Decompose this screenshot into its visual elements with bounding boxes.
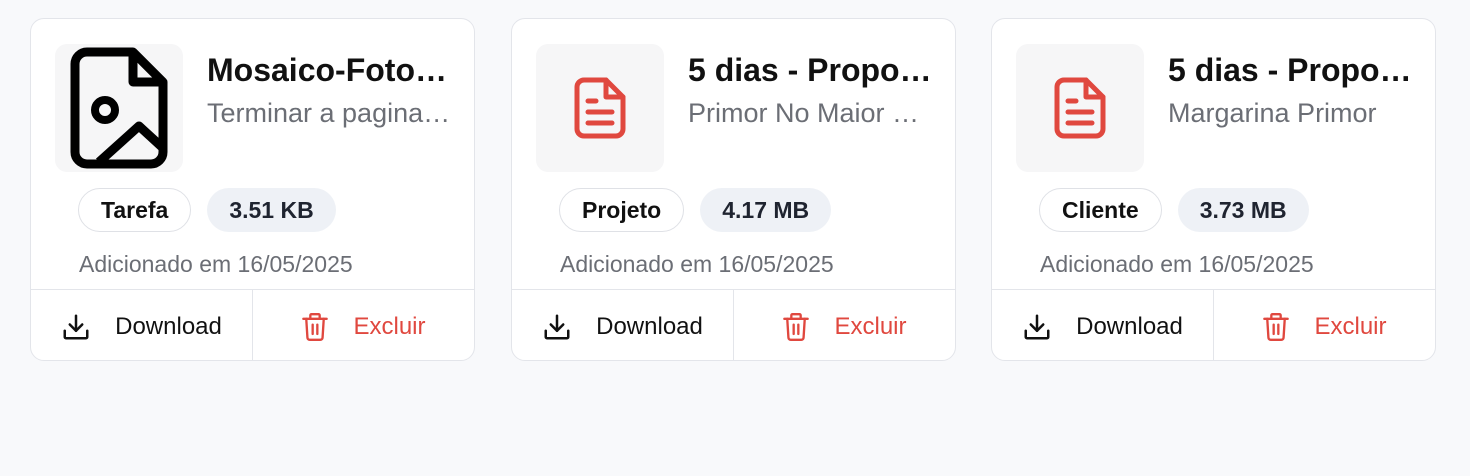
- delete-button[interactable]: Excluir: [734, 290, 955, 360]
- file-name: 5 dias - Proposta: [688, 52, 936, 88]
- download-label: Download: [115, 312, 222, 340]
- download-icon: [544, 314, 570, 339]
- file-description: Margarina Primor: [1168, 98, 1377, 128]
- type-tag: Cliente: [1039, 188, 1162, 232]
- delete-button[interactable]: Excluir: [1214, 290, 1435, 360]
- file-tags: Projeto 4.17 MB: [559, 188, 832, 232]
- added-date: Adicionado em 16/05/2025: [560, 251, 834, 277]
- file-card-body: 5 dias - Proposta Margarina Primor Clien…: [992, 19, 1435, 289]
- file-name: Mosaico-Fotos-Instagram: [207, 52, 455, 88]
- file-name: 5 dias - Proposta: [1168, 52, 1416, 88]
- download-button[interactable]: Download: [512, 290, 734, 360]
- trash-icon: [783, 312, 810, 341]
- download-button[interactable]: Download: [31, 290, 253, 360]
- file-thumbnail: [1016, 44, 1144, 172]
- delete-label: Excluir: [834, 312, 907, 340]
- type-tag: Tarefa: [78, 188, 192, 232]
- added-date: Adicionado em 16/05/2025: [79, 251, 353, 277]
- file-tags: Tarefa 3.51 KB: [78, 188, 336, 232]
- card-actions: Download Excluir: [31, 289, 474, 360]
- delete-label: Excluir: [1314, 312, 1387, 340]
- file-thumbnail: [55, 44, 183, 172]
- delete-label: Excluir: [353, 312, 426, 340]
- download-button[interactable]: Download: [992, 290, 1214, 360]
- delete-button[interactable]: Excluir: [253, 290, 474, 360]
- added-date: Adicionado em 16/05/2025: [1040, 251, 1314, 277]
- size-badge: 4.17 MB: [700, 188, 832, 232]
- file-card: Mosaico-Fotos-Instagram Terminar a pagin…: [30, 18, 475, 361]
- download-label: Download: [596, 312, 703, 340]
- file-description: Terminar a paginação: [207, 98, 455, 128]
- download-label: Download: [1076, 312, 1183, 340]
- file-card: 5 dias - Proposta Margarina Primor Clien…: [991, 18, 1436, 361]
- file-description: Primor No Maior Evento: [688, 98, 936, 128]
- download-icon: [63, 314, 89, 339]
- file-card: 5 dias - Proposta Primor No Maior Evento…: [511, 18, 956, 361]
- file-thumbnail: [536, 44, 664, 172]
- size-badge: 3.51 KB: [207, 188, 336, 232]
- download-icon: [1024, 314, 1050, 339]
- trash-icon: [302, 312, 329, 341]
- document-file-icon: [1054, 77, 1106, 139]
- file-grid: Mosaico-Fotos-Instagram Terminar a pagin…: [0, 0, 1470, 476]
- card-actions: Download Excluir: [512, 289, 955, 360]
- size-badge: 3.73 MB: [1177, 188, 1309, 232]
- file-card-body: 5 dias - Proposta Primor No Maior Evento…: [512, 19, 955, 289]
- file-card-body: Mosaico-Fotos-Instagram Terminar a pagin…: [31, 19, 474, 289]
- document-file-icon: [574, 77, 626, 139]
- image-file-icon: [70, 47, 168, 169]
- type-tag: Projeto: [559, 188, 685, 232]
- trash-icon: [1263, 312, 1290, 341]
- card-actions: Download Excluir: [992, 289, 1435, 360]
- file-tags: Cliente 3.73 MB: [1039, 188, 1309, 232]
